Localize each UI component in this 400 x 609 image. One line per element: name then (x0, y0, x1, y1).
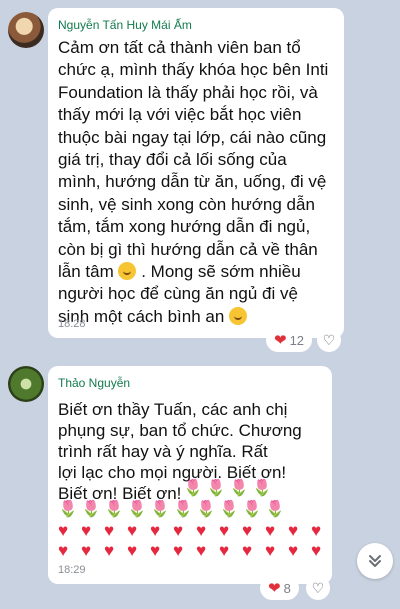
smiley-icon (118, 262, 137, 281)
tulip-icon: 🌷 (58, 501, 78, 518)
heart-outline-icon: ♡ (322, 331, 336, 348)
heart-icon: ♥ (150, 521, 161, 540)
message-text: Cảm ơn tất cả thành viên ban tổ chức ạ, … (58, 38, 329, 326)
double-chevron-down-icon (369, 555, 381, 567)
heart-icon: ♥ (58, 521, 69, 540)
heart-icon: ♥ (81, 521, 92, 540)
heart-outline-icon: ♡ (311, 579, 325, 596)
tulip-icon: 🌷 (183, 480, 203, 497)
tulip-icon: 🌷 (206, 480, 226, 497)
heart-icon: ♥ (311, 521, 322, 540)
heart-icon: ♥ (127, 541, 138, 560)
heart-icon: ♥ (150, 541, 161, 560)
tulip-icon: 🌷 (229, 480, 249, 497)
message-bubble[interactable]: Thảo Nguyễn Biết ơn thầy Tuấn, các anh c… (48, 366, 332, 584)
heart-icon: ♥ (196, 521, 207, 540)
avatar[interactable] (8, 12, 44, 48)
sender-name[interactable]: Thảo Nguyễn (58, 376, 130, 390)
heart-icon: ♥ (81, 541, 92, 560)
heart-icon: ❤ (274, 331, 287, 349)
tulip-icon: 🌷 (219, 501, 239, 518)
message-time: 18:28 (58, 318, 86, 330)
heart-icon: ❤ (268, 579, 281, 597)
message-time: 18:29 (58, 564, 86, 576)
tulip-icon: 🌷 (196, 501, 216, 518)
tulip-icon: 🌷 (104, 501, 124, 518)
heart-icon: ♥ (104, 521, 115, 540)
reaction-count: 12 (289, 332, 305, 348)
heart-icon: ♥ (173, 541, 184, 560)
heart-icon: ♥ (219, 521, 230, 540)
reaction-summary[interactable]: ❤ 12 (266, 328, 313, 352)
heart-icon: ♥ (288, 521, 299, 540)
heart-icon: ♥ (265, 521, 276, 540)
like-button[interactable]: ♡ (317, 328, 341, 352)
smiley-icon (229, 306, 248, 325)
tulip-icon: 🌷 (242, 501, 262, 518)
tulip-icon: 🌷 (150, 501, 170, 518)
tulip-icon: 🌷 (265, 501, 285, 518)
tulip-icon: 🌷 (127, 501, 147, 518)
scroll-to-bottom-button[interactable] (357, 543, 393, 579)
like-button[interactable]: ♡ (306, 576, 330, 600)
sender-name[interactable]: Nguyễn Tấn Huy Mái Ấm (58, 18, 192, 32)
tulip-icon: 🌷 (252, 480, 272, 497)
heart-icon: ♥ (242, 541, 253, 560)
heart-icon: ♥ (127, 521, 138, 540)
tulip-icon: 🌷 (81, 501, 101, 518)
heart-icon: ♥ (104, 541, 115, 560)
heart-icon: ♥ (242, 521, 253, 540)
message-bubble[interactable]: Nguyễn Tấn Huy Mái Ấm Cảm ơn tất cả thàn… (48, 8, 344, 338)
heart-icon: ♥ (311, 541, 322, 560)
reaction-summary[interactable]: ❤ 8 (260, 576, 299, 600)
reaction-count: 8 (283, 580, 291, 596)
heart-icon: ♥ (219, 541, 230, 560)
heart-icon: ♥ (265, 541, 276, 560)
heart-icon: ♥ (196, 541, 207, 560)
heart-icon: ♥ (58, 541, 69, 560)
avatar[interactable] (8, 366, 44, 402)
heart-icon: ♥ (288, 541, 299, 560)
tulip-icon: 🌷 (173, 501, 193, 518)
heart-icon: ♥ (173, 521, 184, 540)
